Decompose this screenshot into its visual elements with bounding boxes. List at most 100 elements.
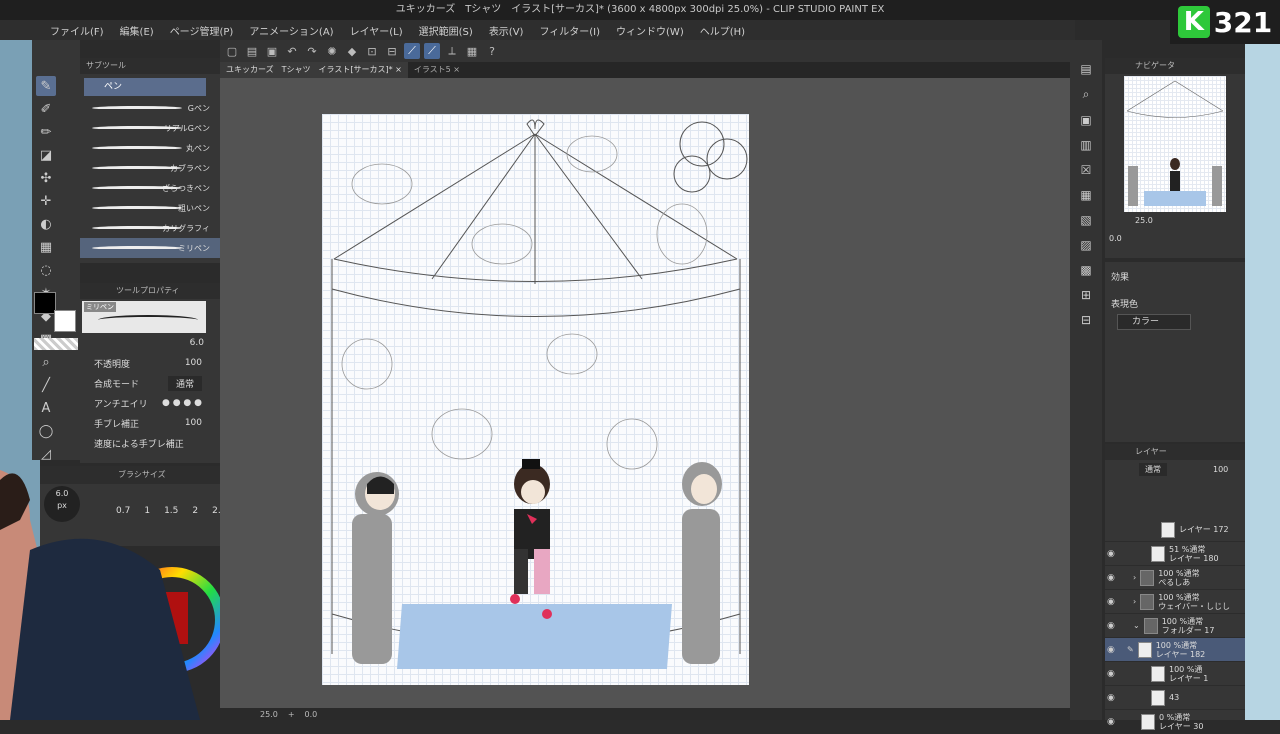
brush-gpen[interactable]: Gペン: [80, 98, 220, 118]
snap-grid-icon[interactable]: ⟋: [424, 43, 440, 59]
brush-size-value[interactable]: 6.0: [190, 338, 204, 348]
streamer-webcam: [0, 460, 200, 720]
menu-filter[interactable]: フィルター(I): [531, 23, 608, 38]
drawing-canvas[interactable]: [322, 114, 749, 685]
help-icon[interactable]: ?: [484, 43, 500, 59]
opacity-value[interactable]: 100: [185, 358, 202, 368]
layer-property-icon[interactable]: ▧: [1080, 213, 1091, 227]
layer-blend-select[interactable]: 通常: [1139, 462, 1167, 476]
menu-file[interactable]: ファイル(F): [42, 23, 112, 38]
menu-view[interactable]: 表示(V): [481, 23, 532, 38]
brush-round-pen[interactable]: 丸ペン: [80, 138, 220, 158]
fill-icon[interactable]: ◆: [344, 43, 360, 59]
close-panel-icon[interactable]: ☒: [1081, 163, 1092, 177]
subtool-group-pen[interactable]: ペン: [84, 78, 206, 96]
layer-row[interactable]: ◉ 0 %通常 レイヤー 30: [1105, 710, 1245, 734]
move-tool-icon[interactable]: ✛: [36, 191, 56, 211]
grid-icon[interactable]: ▦: [1080, 188, 1091, 202]
tab-illust5[interactable]: イラスト5 ×: [408, 62, 466, 78]
text-tool-icon[interactable]: A: [36, 398, 56, 418]
layer-property-panel: 効果 表現色 カラー: [1105, 262, 1245, 442]
transform-icon[interactable]: ⊡: [364, 43, 380, 59]
settings-icon[interactable]: ▦: [464, 43, 480, 59]
menu-edit[interactable]: 編集(E): [112, 23, 162, 38]
blend-tool-icon[interactable]: ◐: [36, 214, 56, 234]
open-file-icon[interactable]: ▤: [244, 43, 260, 59]
layer-row[interactable]: ◉ 43: [1105, 686, 1245, 710]
layer-row-selected[interactable]: ◉ ✎ 100 %通常 レイヤー 182: [1105, 638, 1245, 662]
layer-row[interactable]: ◉ 100 %通 レイヤー 1: [1105, 662, 1245, 686]
layer-row[interactable]: ◉ › 100 %通常 ウェイバー・しじし: [1105, 590, 1245, 614]
item-bank-icon[interactable]: ⊞: [1081, 288, 1091, 302]
brush-tool-icon[interactable]: ✏: [36, 122, 56, 142]
brush-milli-pen[interactable]: ミリペン: [80, 238, 220, 258]
menu-bar: ファイル(F) 編集(E) ページ管理(P) アニメーション(A) レイヤー(L…: [0, 20, 1075, 40]
history-icon[interactable]: ▥: [1080, 138, 1091, 152]
grid-tool-icon[interactable]: ▦: [36, 237, 56, 257]
layer-header: レイヤー: [1105, 444, 1245, 460]
layer-row[interactable]: ◉ › 100 %通常 ぺるしあ: [1105, 566, 1245, 590]
menu-page[interactable]: ページ管理(P): [162, 23, 242, 38]
menu-animation[interactable]: アニメーション(A): [241, 23, 341, 38]
material-icon[interactable]: ▣: [1080, 113, 1091, 127]
auto-action-icon[interactable]: ▩: [1080, 263, 1091, 277]
menu-layer[interactable]: レイヤー(L): [342, 23, 411, 38]
line-tool-icon[interactable]: ╱: [36, 375, 56, 395]
ruler-icon[interactable]: ⟂: [444, 43, 460, 59]
sub-color-swatch[interactable]: [54, 310, 76, 332]
zoom-in-button[interactable]: +: [288, 710, 295, 719]
antialias-options[interactable]: ● ● ● ●: [162, 398, 202, 408]
clear-icon[interactable]: ✺: [324, 43, 340, 59]
color-set-icon[interactable]: ▨: [1080, 238, 1091, 252]
new-file-icon[interactable]: ▢: [224, 43, 240, 59]
eraser-tool-icon[interactable]: ◪: [36, 145, 56, 165]
blend-select[interactable]: 通常: [167, 375, 202, 391]
effect-label: 効果: [1111, 273, 1130, 283]
sub-view-icon[interactable]: ▤: [1080, 62, 1091, 76]
menu-help[interactable]: ヘルプ(H): [692, 23, 753, 38]
main-color-swatch[interactable]: [34, 292, 56, 314]
menu-window[interactable]: ウィンドウ(W): [608, 23, 692, 38]
logo-number: 321: [1213, 5, 1273, 39]
eye-icon: ◉: [1107, 620, 1115, 631]
brush-coarse-pen[interactable]: 粗いペン: [80, 198, 220, 218]
zoom-readout[interactable]: 25.0: [260, 710, 278, 719]
tab-circus[interactable]: ユキッカーズ Tシャツ イラスト[サーカス]* ×: [220, 62, 408, 78]
layer-row[interactable]: ◉ ⌄ 100 %通常 フォルダー 17: [1105, 614, 1245, 638]
undo-icon[interactable]: ↶: [284, 43, 300, 59]
snap-special-ruler-icon[interactable]: ⟋: [404, 43, 420, 59]
status-bar: 25.0 + 0.0: [220, 708, 1070, 720]
brush-calligraphy[interactable]: カリグラフィ: [80, 218, 220, 238]
eye-icon: ◉: [1107, 668, 1115, 679]
layer-opacity[interactable]: 100: [1213, 465, 1228, 474]
nav-rotate[interactable]: 0.0: [1109, 234, 1122, 243]
layer-row[interactable]: ◉ 51 %通常 レイヤー 180: [1105, 542, 1245, 566]
zoom-tool-icon[interactable]: ⌕: [36, 352, 56, 372]
layer-row[interactable]: レイヤー 172: [1105, 518, 1245, 542]
stabilization-value[interactable]: 100: [185, 418, 202, 428]
balloon-tool-icon[interactable]: ◯: [36, 421, 56, 441]
speed-stabilization-label[interactable]: 速度による手ブレ補正: [94, 437, 184, 450]
redo-icon[interactable]: ↷: [304, 43, 320, 59]
nav-zoom[interactable]: 25.0: [1135, 216, 1153, 225]
pen-tool-icon[interactable]: ✎: [36, 76, 56, 96]
snap-ruler-icon[interactable]: ⊟: [384, 43, 400, 59]
transparent-color-swatch[interactable]: [34, 338, 78, 350]
brush-rough-pen[interactable]: ざらつきペン: [80, 178, 220, 198]
brush-real-gpen[interactable]: リアルGペン: [80, 118, 220, 138]
rotate-readout[interactable]: 0.0: [305, 710, 318, 719]
brush-kabura-pen[interactable]: カブラペン: [80, 158, 220, 178]
decoration-tool-icon[interactable]: ✣: [36, 168, 56, 188]
info-icon[interactable]: ⊟: [1081, 313, 1091, 327]
eye-icon: ◉: [1107, 716, 1115, 727]
expression-color-select[interactable]: カラー: [1117, 314, 1191, 330]
search-icon[interactable]: ⌕: [1083, 87, 1090, 102]
logo-letter: K: [1177, 6, 1210, 38]
toolprop-header: ツールプロパティ: [80, 283, 220, 299]
lasso-tool-icon[interactable]: ◌: [36, 260, 56, 280]
pencil-tool-icon[interactable]: ✐: [36, 99, 56, 119]
menu-select[interactable]: 選択範囲(S): [411, 23, 481, 38]
save-icon[interactable]: ▣: [264, 43, 280, 59]
right-icon-bar: ▤ ⌕ ▣ ▥ ☒ ▦ ▧ ▨ ▩ ⊞ ⊟: [1070, 40, 1102, 720]
navigator-thumbnail[interactable]: [1124, 76, 1226, 212]
